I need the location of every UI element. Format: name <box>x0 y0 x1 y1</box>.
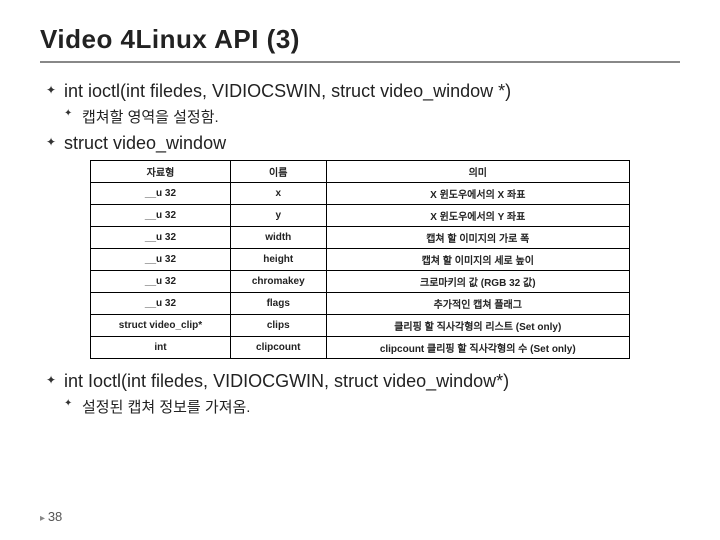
bullet-ioctl-get: int Ioctl(int filedes, VIDIOCGWIN, struc… <box>46 371 680 417</box>
th-name: 이름 <box>230 161 326 183</box>
slide: Video 4Linux API (3) int ioctl(int filed… <box>0 0 720 540</box>
cell: __u 32 <box>91 249 231 271</box>
bullet-struct: struct video_window <box>46 133 680 154</box>
sub-bullet-set-desc: 캡쳐할 영역을 설정함. <box>64 106 680 127</box>
struct-table: 자료형 이름 의미 __u 32xX 윈도우에서의 X 좌표 __u 32yX … <box>90 160 630 359</box>
table-row: __u 32height캡쳐 할 이미지의 세로 높이 <box>91 249 630 271</box>
slide-title: Video 4Linux API (3) <box>40 24 680 63</box>
bullet-text: int ioctl(int filedes, VIDIOCSWIN, struc… <box>64 81 511 101</box>
cell: X 윈도우에서의 Y 좌표 <box>326 205 629 227</box>
table-row: __u 32chromakey크로마키의 값 (RGB 32 값) <box>91 271 630 293</box>
th-meaning: 의미 <box>326 161 629 183</box>
cell: clips <box>230 315 326 337</box>
sub-list: 캡쳐할 영역을 설정함. <box>64 106 680 127</box>
cell: int <box>91 337 231 359</box>
cell: 추가적인 캡쳐 플래그 <box>326 293 629 315</box>
table-row: intclipcountclipcount 클리핑 할 직사각형의 수 (Set… <box>91 337 630 359</box>
sub-list: 설정된 캡쳐 정보를 가져옴. <box>64 396 680 417</box>
body-list: int ioctl(int filedes, VIDIOCSWIN, struc… <box>40 81 680 154</box>
cell: clipcount 클리핑 할 직사각형의 수 (Set only) <box>326 337 629 359</box>
table-header-row: 자료형 이름 의미 <box>91 161 630 183</box>
cell: __u 32 <box>91 271 231 293</box>
cell: height <box>230 249 326 271</box>
table-row: __u 32xX 윈도우에서의 X 좌표 <box>91 183 630 205</box>
bullet-ioctl-set: int ioctl(int filedes, VIDIOCSWIN, struc… <box>46 81 680 127</box>
cell: 클리핑 할 직사각형의 리스트 (Set only) <box>326 315 629 337</box>
cell: 캡쳐 할 이미지의 세로 높이 <box>326 249 629 271</box>
body-list-2: int Ioctl(int filedes, VIDIOCGWIN, struc… <box>40 371 680 417</box>
cell: flags <box>230 293 326 315</box>
cell: struct video_clip* <box>91 315 231 337</box>
table-row: struct video_clip*clips클리핑 할 직사각형의 리스트 (… <box>91 315 630 337</box>
bullet-text: int Ioctl(int filedes, VIDIOCGWIN, struc… <box>64 371 509 391</box>
cell: __u 32 <box>91 183 231 205</box>
sub-bullet-get-desc: 설정된 캡쳐 정보를 가져옴. <box>64 396 680 417</box>
cell: x <box>230 183 326 205</box>
cell: __u 32 <box>91 205 231 227</box>
table-wrap: 자료형 이름 의미 __u 32xX 윈도우에서의 X 좌표 __u 32yX … <box>40 160 680 359</box>
table-row: __u 32width캡쳐 할 이미지의 가로 폭 <box>91 227 630 249</box>
cell: 캡쳐 할 이미지의 가로 폭 <box>326 227 629 249</box>
cell: X 윈도우에서의 X 좌표 <box>326 183 629 205</box>
bullet-text: struct video_window <box>64 133 226 153</box>
table-row: __u 32flags추가적인 캡쳐 플래그 <box>91 293 630 315</box>
cell: __u 32 <box>91 293 231 315</box>
cell: clipcount <box>230 337 326 359</box>
cell: width <box>230 227 326 249</box>
table-row: __u 32yX 윈도우에서의 Y 좌표 <box>91 205 630 227</box>
cell: 크로마키의 값 (RGB 32 값) <box>326 271 629 293</box>
cell: __u 32 <box>91 227 231 249</box>
th-type: 자료형 <box>91 161 231 183</box>
cell: chromakey <box>230 271 326 293</box>
page-number: 38 <box>40 509 62 524</box>
cell: y <box>230 205 326 227</box>
